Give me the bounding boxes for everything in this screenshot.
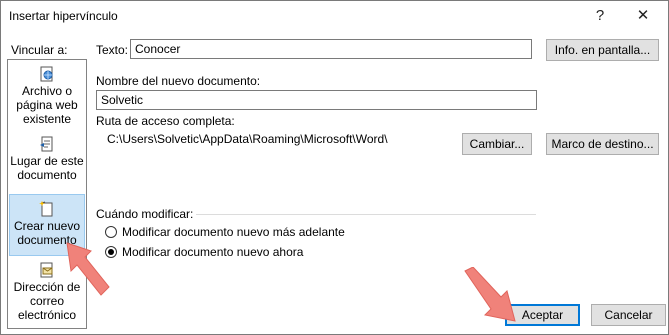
edit-later-label[interactable]: Modificar documento nuevo más adelante xyxy=(122,225,345,239)
annotation-arrow-sidebar xyxy=(66,242,110,296)
link-to-label: Vincular a: xyxy=(11,43,68,57)
new-document-icon xyxy=(39,201,53,217)
sidebar-item-place-in-document[interactable]: Lugar de este documento xyxy=(9,136,85,188)
when-to-edit-label: Cuándo modificar: xyxy=(96,207,194,221)
sidebar-item-existing-file[interactable]: Archivo o página web existente xyxy=(9,66,85,126)
hyperlink-dialog: Insertar hipervínculo ? ✕ Vincular a: Ar… xyxy=(0,0,669,335)
help-icon: ? xyxy=(595,7,605,24)
edit-now-label[interactable]: Modificar documento nuevo ahora xyxy=(122,245,303,259)
sidebar-item-label: Archivo o página web existente xyxy=(16,84,78,126)
new-document-name-input[interactable]: Solvetic xyxy=(96,90,537,110)
help-button[interactable]: ? xyxy=(586,3,614,29)
sidebar-item-label: Lugar de este documento xyxy=(10,154,84,182)
new-document-name-label: Nombre del nuevo documento: xyxy=(96,74,261,88)
full-path-value: C:\Users\Solvetic\AppData\Roaming\Micros… xyxy=(107,132,388,146)
full-path-label: Ruta de acceso completa: xyxy=(96,114,235,128)
document-place-icon xyxy=(40,136,53,152)
group-divider xyxy=(196,214,536,215)
dialog-title: Insertar hipervínculo xyxy=(9,9,118,23)
web-page-icon xyxy=(40,66,53,82)
screen-tip-button[interactable]: Info. en pantalla... xyxy=(546,39,659,61)
edit-later-radio[interactable] xyxy=(105,226,117,238)
target-frame-button[interactable]: Marco de destino... xyxy=(546,133,659,155)
annotation-arrow-ok xyxy=(464,267,516,322)
change-button[interactable]: Cambiar... xyxy=(462,133,532,155)
text-input[interactable]: Conocer xyxy=(130,39,532,59)
close-icon: ✕ xyxy=(636,7,650,24)
text-label: Texto: xyxy=(96,43,129,57)
close-button[interactable]: ✕ xyxy=(629,3,657,29)
email-icon xyxy=(40,262,53,278)
cancel-button[interactable]: Cancelar xyxy=(591,304,666,326)
